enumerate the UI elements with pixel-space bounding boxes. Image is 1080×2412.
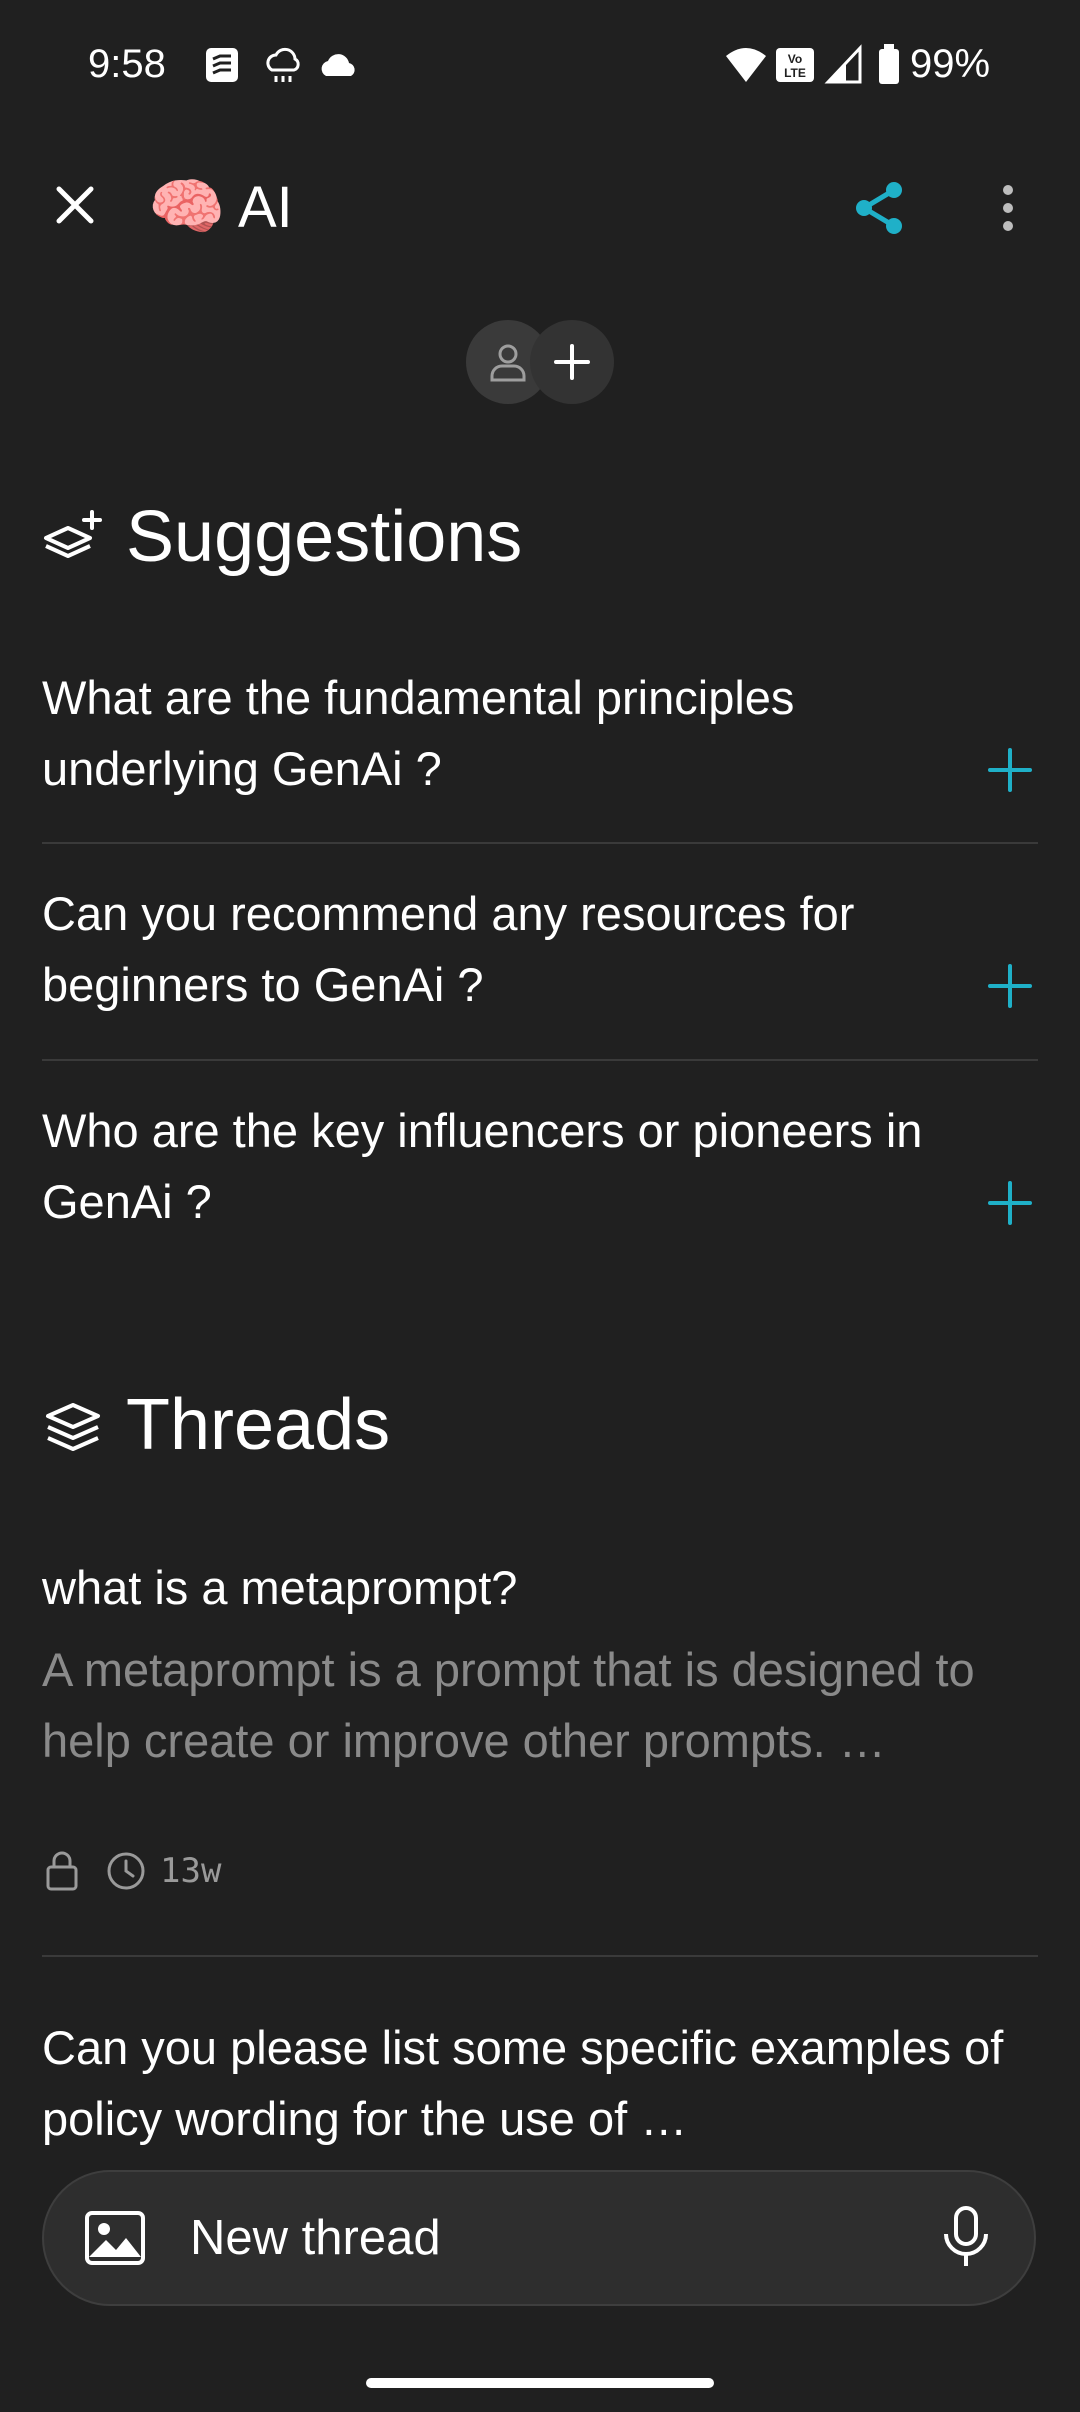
thread-title[interactable]: Can you please list some specific exampl… bbox=[42, 2012, 1038, 2154]
svg-text:LTE: LTE bbox=[784, 66, 806, 80]
add-suggestion-plus-icon[interactable] bbox=[982, 958, 1038, 1014]
thread-meta: 13w bbox=[42, 1846, 221, 1896]
weather-icon bbox=[266, 47, 300, 82]
volte-icon: Vo LTE bbox=[776, 48, 814, 82]
wifi-icon bbox=[726, 48, 766, 82]
add-suggestion-plus-icon[interactable] bbox=[982, 742, 1038, 798]
cloud-icon bbox=[321, 54, 355, 76]
add-collaborator-button[interactable] bbox=[530, 320, 614, 404]
plus-icon bbox=[554, 344, 590, 380]
thread-age: 13w bbox=[160, 1851, 222, 1891]
person-icon bbox=[490, 344, 526, 382]
notification-app-icon bbox=[206, 48, 238, 82]
home-indicator[interactable] bbox=[366, 2378, 714, 2388]
microphone-icon[interactable] bbox=[938, 2202, 994, 2272]
threads-layers-icon bbox=[46, 1403, 100, 1451]
divider bbox=[42, 1955, 1038, 1957]
battery-icon bbox=[879, 44, 899, 84]
close-icon[interactable] bbox=[40, 170, 110, 240]
new-thread-composer[interactable]: New thread bbox=[42, 2170, 1036, 2306]
suggestions-layers-icon bbox=[44, 510, 102, 558]
more-options-icon[interactable] bbox=[976, 176, 1040, 240]
thread-preview[interactable]: A metaprompt is a prompt that is designe… bbox=[42, 1634, 1038, 1776]
suggestion-item[interactable]: Who are the key influencers or pioneers … bbox=[42, 1095, 1038, 1311]
clock-icon bbox=[107, 1852, 145, 1890]
suggestion-text: Can you recommend any resources for begi… bbox=[42, 887, 855, 1011]
brain-emoji-icon: 🧠 bbox=[148, 173, 226, 242]
suggestions-heading: Suggestions bbox=[126, 497, 523, 577]
new-thread-input[interactable]: New thread bbox=[190, 2202, 441, 2274]
status-time: 9:58 bbox=[88, 42, 166, 86]
suggestion-text: Who are the key influencers or pioneers … bbox=[42, 1104, 923, 1228]
svg-text:Vo: Vo bbox=[788, 52, 802, 66]
divider bbox=[42, 842, 1038, 844]
share-icon[interactable] bbox=[848, 176, 912, 240]
battery-percentage: 99% bbox=[910, 42, 991, 86]
lock-icon bbox=[46, 1851, 78, 1891]
suggestion-text: What are the fundamental principles unde… bbox=[42, 671, 795, 795]
thread-title[interactable]: what is a metaprompt? bbox=[42, 1552, 1038, 1623]
image-attach-icon[interactable] bbox=[84, 2210, 146, 2266]
suggestion-item[interactable]: What are the fundamental principles unde… bbox=[42, 662, 1038, 878]
threads-heading: Threads bbox=[126, 1385, 391, 1465]
page-title: AI bbox=[238, 175, 293, 240]
signal-icon bbox=[824, 44, 862, 84]
divider bbox=[42, 1059, 1038, 1061]
add-suggestion-plus-icon[interactable] bbox=[982, 1175, 1038, 1231]
suggestion-item[interactable]: Can you recommend any resources for begi… bbox=[42, 878, 1038, 1094]
